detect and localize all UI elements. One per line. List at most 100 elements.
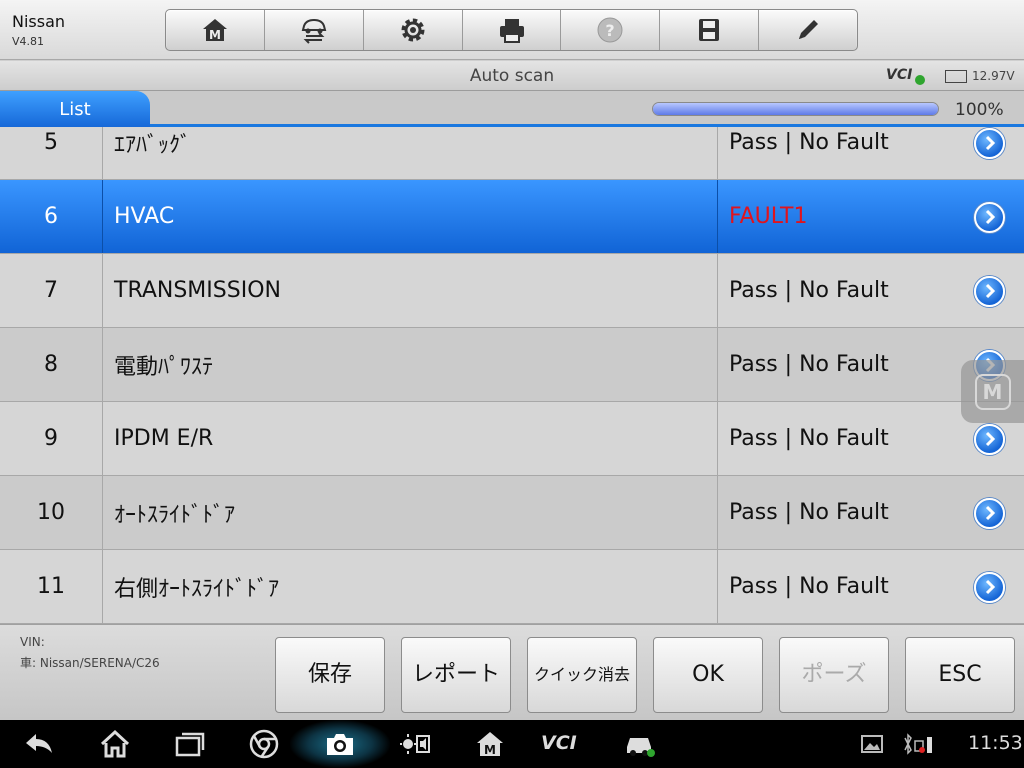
recent-apps-icon (175, 732, 205, 757)
chrome-icon (249, 729, 279, 759)
system-name: 電動ﾊﾟﾜｽﾃ (114, 354, 214, 380)
help-icon: ? (597, 17, 623, 43)
detail-arrow-button[interactable] (974, 571, 1005, 603)
system-name: ｵｰﾄｽﾗｲﾄﾞﾄﾞｱ (114, 502, 236, 528)
svg-text:M: M (209, 28, 221, 42)
home-nav-button[interactable] (98, 728, 132, 760)
battery-icon (945, 70, 967, 83)
chevron-right-icon (985, 431, 995, 447)
system-name: HVAC (114, 204, 175, 229)
bluetooth-signal-battery-icon (904, 733, 932, 755)
screenshot-button[interactable] (323, 728, 357, 760)
row-number: 8 (0, 328, 103, 401)
vci-status-label: VCI (886, 67, 913, 83)
home-icon (100, 729, 130, 758)
scan-progress-fill (653, 103, 938, 115)
browser-app-button[interactable] (247, 728, 281, 760)
gallery-notification[interactable] (855, 728, 889, 760)
vci-connected-check-icon (915, 75, 925, 85)
image-icon (861, 735, 883, 753)
home-button[interactable]: M (166, 10, 265, 50)
system-list: 5 ｴｱﾊﾞｯｸﾞ Pass | No Fault 6 HVAC FAULT1 … (0, 127, 1024, 624)
home-icon: M (202, 19, 227, 42)
brightness-volume-button[interactable] (398, 728, 432, 760)
row-number: 6 (0, 180, 103, 253)
system-name: 右側ｵｰﾄｽﾗｲﾄﾞﾄﾞｱ (114, 576, 280, 602)
save-disk-icon (699, 19, 720, 41)
save-report-button[interactable]: 保存 (275, 637, 385, 713)
table-row[interactable]: 7 TRANSMISSION Pass | No Fault (0, 254, 1024, 328)
quick-clear-button[interactable]: クイック消去 (527, 637, 637, 713)
app-header: Nissan V4.81 M ? (0, 0, 1024, 60)
chevron-right-icon (985, 209, 995, 225)
table-row[interactable]: 9 IPDM E/R Pass | No Fault (0, 402, 1024, 476)
fault-status: FAULT1 (729, 204, 808, 229)
pencil-icon (799, 20, 819, 39)
table-row[interactable]: 10 ｵｰﾄｽﾗｲﾄﾞﾄﾞｱ Pass | No Fault (0, 476, 1024, 550)
detail-arrow-button[interactable] (974, 201, 1005, 233)
back-button[interactable] (22, 728, 56, 760)
row-number: 5 (0, 127, 103, 179)
system-name: ｴｱﾊﾞｯｸﾞ (114, 132, 192, 158)
row-number: 9 (0, 402, 103, 475)
print-button[interactable] (463, 10, 562, 50)
settings-gear-icon (401, 18, 425, 42)
chevron-right-icon (985, 283, 995, 299)
vci-nav-label[interactable]: VCI (541, 732, 577, 754)
table-row[interactable]: 11 右側ｵｰﾄｽﾗｲﾄﾞﾄﾞｱ Pass | No Fault (0, 550, 1024, 624)
vin-label: VIN: (20, 635, 45, 649)
svg-text:M: M (484, 743, 496, 757)
detail-arrow-button[interactable] (974, 497, 1005, 529)
settings-button[interactable] (364, 10, 463, 50)
report-button[interactable]: レポート (401, 637, 511, 713)
table-row[interactable]: 5 ｴｱﾊﾞｯｸﾞ Pass | No Fault (0, 127, 1024, 180)
page-title: Auto scan (469, 66, 555, 86)
vehicle-brand: Nissan (12, 12, 66, 31)
esc-button[interactable]: ESC (905, 637, 1015, 713)
table-row[interactable]: 6 HVAC FAULT1 (0, 180, 1024, 254)
clock: 11:53 (968, 732, 1023, 754)
tab-row: List 100% (0, 91, 1024, 127)
chevron-right-icon (985, 579, 995, 595)
footer-bar: VIN: 車: Nissan/SERENA/C26 保存 レポート クイック消去… (0, 624, 1024, 720)
edit-button[interactable] (759, 10, 857, 50)
back-arrow-icon (26, 734, 52, 753)
status-icons (901, 728, 935, 760)
detail-arrow-button[interactable] (974, 275, 1005, 307)
floating-shortcut-button[interactable]: M (961, 360, 1024, 423)
title-bar: Auto scan VCI 12.97V (0, 61, 1024, 91)
vehicle-swap-icon (301, 18, 327, 44)
system-name: TRANSMISSION (114, 278, 281, 303)
row-number: 10 (0, 476, 103, 549)
recent-apps-button[interactable] (173, 728, 207, 760)
chevron-right-icon (985, 135, 995, 151)
save-button[interactable] (660, 10, 760, 50)
ok-button[interactable]: OK (653, 637, 763, 713)
maxisys-home-button[interactable]: M (473, 728, 507, 760)
svg-text:?: ? (606, 21, 615, 40)
row-number: 11 (0, 550, 103, 623)
vehicle-nav-button[interactable] (622, 728, 656, 760)
scan-progress-bar (652, 102, 939, 116)
table-row[interactable]: 8 電動ﾊﾟﾜｽﾃ Pass | No Fault (0, 328, 1024, 402)
battery-voltage: 12.97V (972, 69, 1015, 83)
software-version: V4.81 (12, 35, 45, 48)
row-number: 7 (0, 254, 103, 327)
camera-icon (327, 734, 353, 755)
scan-progress-text: 100% (955, 100, 1004, 120)
brightness-volume-icon (400, 734, 430, 754)
chevron-right-icon (985, 505, 995, 521)
help-button[interactable]: ? (561, 10, 661, 50)
vehicle-label: 車: Nissan/SERENA/C26 (20, 656, 160, 670)
tab-list[interactable]: List (0, 91, 150, 127)
brand-block: Nissan V4.81 (12, 12, 65, 48)
system-name: IPDM E/R (114, 426, 214, 451)
maxisys-home-icon: M (477, 732, 503, 757)
main-toolbar: M ? (165, 9, 858, 51)
pause-button[interactable]: ポーズ (779, 637, 889, 713)
car-icon (627, 738, 655, 757)
detail-arrow-button[interactable] (974, 127, 1005, 159)
printer-icon (499, 19, 524, 43)
vehicle-swap-button[interactable] (265, 10, 364, 50)
detail-arrow-button[interactable] (974, 423, 1005, 455)
